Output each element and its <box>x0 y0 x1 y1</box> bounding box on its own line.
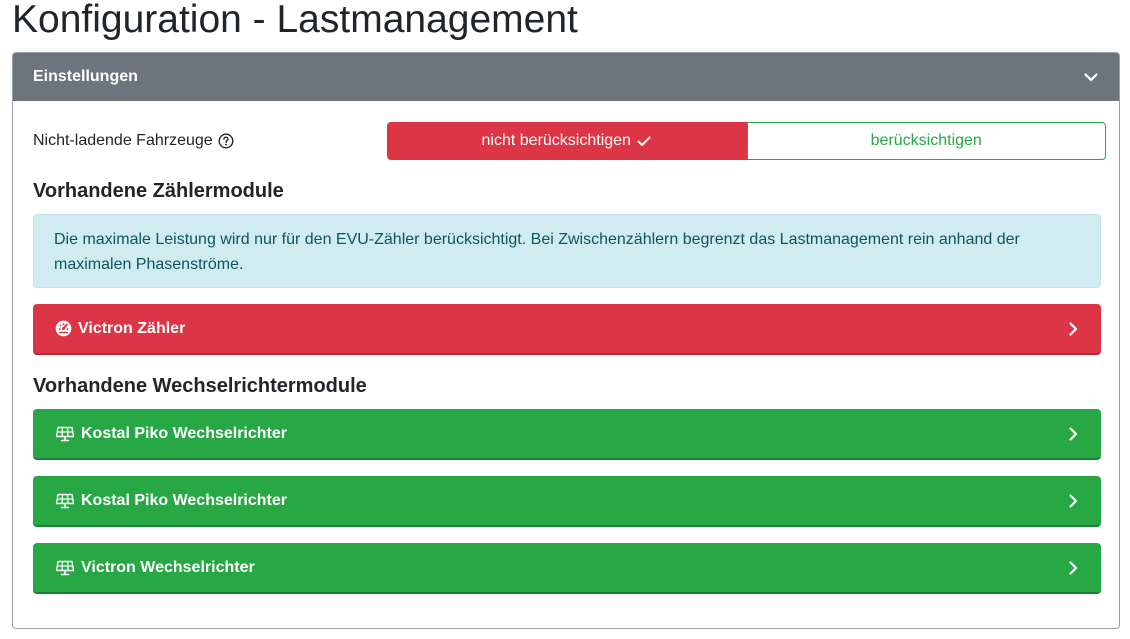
chevron-right-icon <box>1067 560 1079 576</box>
solar-panel-icon <box>55 426 75 442</box>
option-beruecksichtigen-label: berücksichtigen <box>870 132 982 149</box>
module-label-wrap: Kostal Piko Wechselrichter <box>55 425 287 443</box>
module-victron-wechselrichter-button[interactable]: Victron Wechselrichter <box>33 543 1101 594</box>
meter-section-heading: Vorhandene Zählermodule <box>33 180 284 202</box>
meter-info-text: Die maximale Leistung wird nur für den E… <box>54 231 1020 273</box>
solar-panel-icon <box>55 493 75 509</box>
chevron-down-icon[interactable] <box>1083 69 1099 85</box>
meter-info-alert: Die maximale Leistung wird nur für den E… <box>33 214 1101 288</box>
module-label-wrap: Victron Wechselrichter <box>55 559 255 577</box>
option-nicht-beruecksichtigen-button[interactable]: nicht berücksichtigen <box>387 122 747 160</box>
module-label: Victron Wechselrichter <box>81 558 255 576</box>
chevron-right-icon <box>1067 493 1079 509</box>
chevron-right-icon <box>1067 321 1079 337</box>
option-nicht-beruecksichtigen-label: nicht berücksichtigen <box>481 132 631 149</box>
nonloading-vehicles-label: Nicht-ladende Fahrzeuge <box>33 132 213 149</box>
nonloading-vehicles-toggle-group: nicht berücksichtigen berücksichtigen <box>387 122 1106 160</box>
chevron-right-icon <box>1067 426 1079 442</box>
module-kostal-piko-2-button[interactable]: Kostal Piko Wechselrichter <box>33 476 1101 527</box>
solar-panel-icon <box>55 560 75 576</box>
module-label: Kostal Piko Wechselrichter <box>81 424 287 442</box>
nonloading-vehicles-label-wrap: Nicht-ladende Fahrzeuge <box>33 132 387 150</box>
module-label-wrap: Victron Zähler <box>55 320 185 338</box>
module-label-wrap: Kostal Piko Wechselrichter <box>55 492 287 510</box>
card-header-title: Einstellungen <box>33 68 138 85</box>
module-victron-zaehler-button[interactable]: Victron Zähler <box>33 304 1101 355</box>
module-label: Kostal Piko Wechselrichter <box>81 491 287 509</box>
module-label: Victron Zähler <box>78 319 186 337</box>
nonloading-vehicles-row: Nicht-ladende Fahrzeuge nicht berücksich… <box>33 122 1106 160</box>
question-circle-icon[interactable] <box>218 133 234 149</box>
option-beruecksichtigen-button[interactable]: berücksichtigen <box>746 122 1106 160</box>
check-icon <box>636 133 652 149</box>
module-kostal-piko-1-button[interactable]: Kostal Piko Wechselrichter <box>33 409 1101 460</box>
tachometer-icon <box>55 320 72 337</box>
page-title: Konfiguration - Lastmanagement <box>12 0 578 41</box>
card-header-einstellungen[interactable]: Einstellungen <box>13 53 1119 101</box>
settings-card: Einstellungen Nicht-ladende Fahrzeuge ni… <box>12 52 1120 629</box>
inverter-section-heading: Vorhandene Wechselrichtermodule <box>33 375 367 397</box>
